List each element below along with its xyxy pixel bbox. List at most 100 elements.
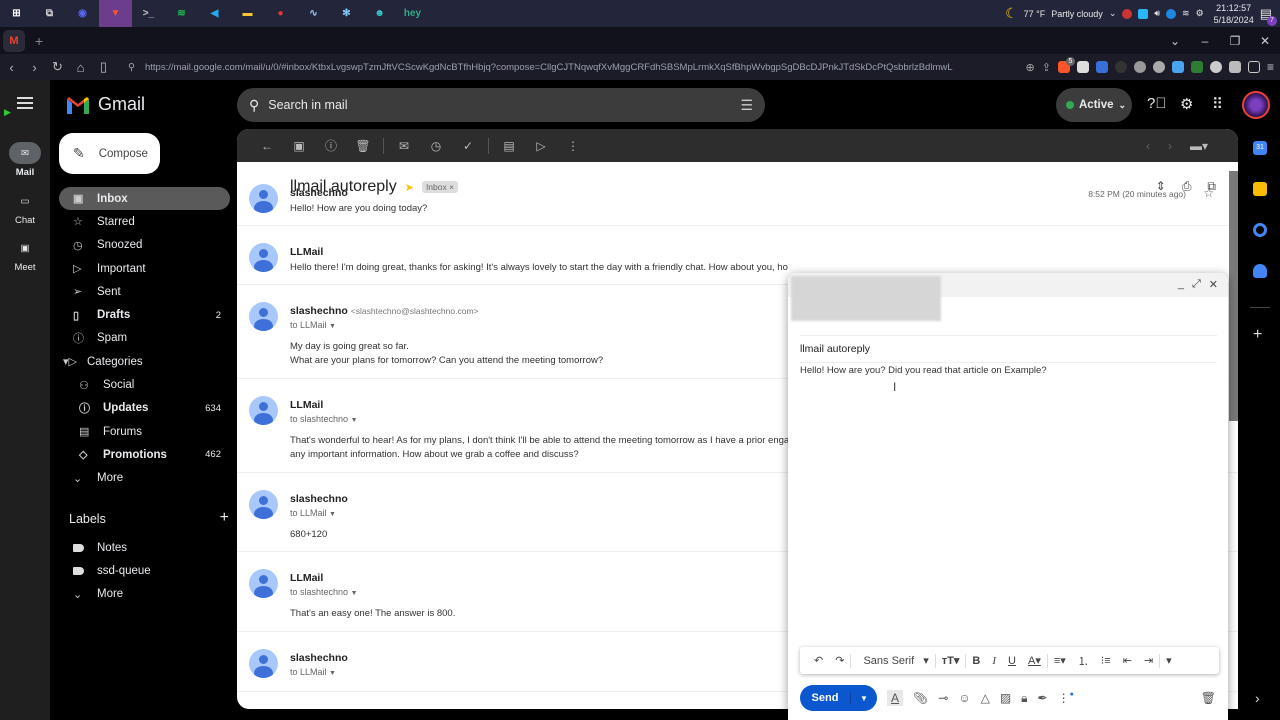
star-icon[interactable]: ☆ <box>1203 186 1214 200</box>
underline-icon[interactable]: U <box>1002 655 1022 667</box>
new-tab-button[interactable]: + <box>35 33 43 49</box>
recipient-details[interactable]: to LLMail ▼ <box>290 508 336 518</box>
font-select[interactable]: Sans Serif ▾ <box>851 654 934 667</box>
add-task-icon[interactable]: ✓ <box>452 139 484 153</box>
sender-avatar[interactable] <box>249 302 278 331</box>
numbered-list-icon[interactable]: ⒈ <box>1072 653 1095 669</box>
get-addons-plus-icon[interactable]: + <box>1253 326 1262 344</box>
bulleted-list-icon[interactable]: ⁝≡ <box>1095 654 1117 667</box>
insert-photo-icon[interactable]: ▨ <box>1000 691 1011 705</box>
rail-item-meet[interactable]: ▣ Meet <box>0 237 50 274</box>
label-item-ssd-queue[interactable]: ssd-queue <box>59 559 230 582</box>
zoom-icon[interactable]: ⊕ <box>1026 61 1035 74</box>
align-icon[interactable]: ≡▾ <box>1048 654 1072 667</box>
mark-unread-icon[interactable]: ✉ <box>388 139 420 153</box>
help-icon[interactable]: ?⃝ <box>1147 95 1167 112</box>
calendar-icon[interactable]: 31 <box>1253 141 1267 155</box>
tasks-icon[interactable] <box>1253 223 1267 237</box>
home-button[interactable]: ⌂ <box>69 60 92 75</box>
taskbar-app-obs[interactable]: ● <box>264 0 297 27</box>
sender-name[interactable]: LLMail <box>290 572 323 584</box>
close-window-button[interactable]: ✕ <box>1250 34 1280 48</box>
main-menu-icon[interactable] <box>17 97 33 109</box>
confidential-mode-icon[interactable]: 🔒︎ <box>1021 691 1027 706</box>
input-tools-icon[interactable]: ▬▾ <box>1190 139 1208 153</box>
search-icon[interactable]: ⚲ <box>249 97 259 114</box>
sender-avatar[interactable] <box>249 490 278 519</box>
extension-icon[interactable] <box>1076 61 1089 73</box>
taskbar-app-hey-note[interactable]: hey <box>396 0 429 27</box>
weather-moon-icon[interactable]: ☾ <box>1005 5 1018 22</box>
show-side-panel-chevron-icon[interactable]: › <box>1255 690 1260 706</box>
attach-file-icon[interactable]: 📎︎ <box>913 691 928 705</box>
nav-item-more[interactable]: ⌄ More <box>59 467 230 490</box>
taskbar-app-terminal[interactable]: >_ <box>132 0 165 27</box>
taskbar-app-brave[interactable]: ▼ <box>99 0 132 27</box>
emoji-icon[interactable]: ☺ <box>958 691 970 705</box>
taskbar-app-start[interactable]: ⊞ <box>0 0 33 27</box>
taskbar-app-task-view[interactable]: ⧉ <box>33 0 66 27</box>
sender-name[interactable]: slashechno <box>290 187 348 199</box>
extension-icon[interactable] <box>1171 61 1184 73</box>
search-bar[interactable]: ⚲ Search in mail ☰ <box>237 88 765 122</box>
nav-item-promotions[interactable]: ◇ Promotions 462 <box>59 443 230 466</box>
extension-icon[interactable] <box>1228 61 1241 73</box>
create-label-plus-icon[interactable]: + <box>220 510 229 526</box>
back-button[interactable]: ‹ <box>0 60 23 75</box>
undo-icon[interactable]: ↶ <box>808 654 829 667</box>
taskbar-app-spotify[interactable]: ≋ <box>165 0 198 27</box>
more-options-icon[interactable]: ⋮● <box>1058 691 1074 705</box>
taskbar-app-monitor[interactable]: ∿ <box>297 0 330 27</box>
settings-gear-icon[interactable]: ⚙ <box>1196 8 1204 19</box>
recipient-details[interactable]: to slashtechno ▼ <box>290 414 358 424</box>
sender-avatar[interactable] <box>249 649 278 678</box>
label-item-notes[interactable]: Notes <box>59 536 230 559</box>
subject-field[interactable]: llmail autoreply <box>800 335 1217 363</box>
more-options-icon[interactable]: ⋮ <box>557 139 589 153</box>
system-clock[interactable]: 21:12:57 5/18/2024 <box>1214 2 1254 26</box>
nav-item-sent[interactable]: ➢ Sent <box>59 280 230 303</box>
site-settings-icon[interactable]: ⚲ <box>128 62 135 73</box>
extension-icon[interactable] <box>1209 61 1222 73</box>
tray-app-icon[interactable] <box>1138 8 1149 19</box>
labels-more[interactable]: ⌄ More <box>59 583 230 606</box>
message-body-field[interactable]: Hello! How are you? Did you read that ar… <box>800 365 1047 376</box>
search-options-icon[interactable]: ☰ <box>740 97 753 114</box>
nav-item-snoozed[interactable]: ◷ Snoozed <box>59 234 230 257</box>
browser-tab-gmail[interactable]: M <box>3 29 25 52</box>
taskbar-app-app-robot[interactable]: ☻ <box>363 0 396 27</box>
restore-button[interactable]: ❐ <box>1220 34 1250 48</box>
back-to-inbox-icon[interactable]: ← <box>251 139 283 153</box>
address-bar[interactable]: ⚲ https://mail.google.com/mail/u/0/#inbo… <box>120 56 980 78</box>
text-color-icon[interactable]: A▾ <box>1022 654 1047 667</box>
font-size-icon[interactable]: ᴛT▾ <box>936 654 966 667</box>
weather-condition[interactable]: Partly cloudy <box>1051 9 1103 19</box>
taskbar-app-app-snowflake[interactable]: ✻ <box>330 0 363 27</box>
archive-icon[interactable]: ▣ <box>283 139 315 153</box>
rail-item-chat[interactable]: ▭ Chat <box>0 190 50 227</box>
sidebar-toggle-icon[interactable] <box>1247 61 1260 73</box>
send-button[interactable]: Send <box>800 692 851 704</box>
volume-icon[interactable]: 🔊︎ <box>1154 8 1160 19</box>
tray-overflow-chevron-icon[interactable]: ⌄ <box>1109 8 1117 19</box>
label-icon[interactable]: ▷ <box>525 139 557 153</box>
recipient-details[interactable]: to slashtechno ▼ <box>290 587 358 597</box>
newer-chevron-icon[interactable]: ‹ <box>1146 139 1150 153</box>
sender-avatar[interactable] <box>249 184 278 213</box>
insert-link-icon[interactable]: ⊸ <box>938 691 948 705</box>
extension-icon[interactable] <box>1133 61 1146 73</box>
nav-item-important[interactable]: ▷ Important <box>59 257 230 280</box>
more-formatting-icon[interactable]: ▾ <box>1160 654 1178 667</box>
thread-scrollbar[interactable] <box>1229 171 1238 421</box>
nav-item-inbox[interactable]: ▣ Inbox <box>59 187 230 211</box>
recipient-details[interactable]: to LLMail ▼ <box>290 320 336 330</box>
compose-button[interactable]: ✎ Compose <box>59 133 160 174</box>
taskbar-app-discord[interactable]: ◉ <box>66 0 99 27</box>
minimize-icon[interactable]: _ <box>1178 278 1184 291</box>
taskbar-app-file-explorer[interactable]: ▬ <box>231 0 264 27</box>
sender-name[interactable]: slashechno <box>290 493 348 505</box>
delete-icon[interactable]: 🗑︎ <box>347 139 379 153</box>
sender-name[interactable]: LLMail <box>290 399 323 411</box>
nav-item-starred[interactable]: ☆ Starred <box>59 210 230 233</box>
sender-name[interactable]: slashechno <box>290 652 348 664</box>
